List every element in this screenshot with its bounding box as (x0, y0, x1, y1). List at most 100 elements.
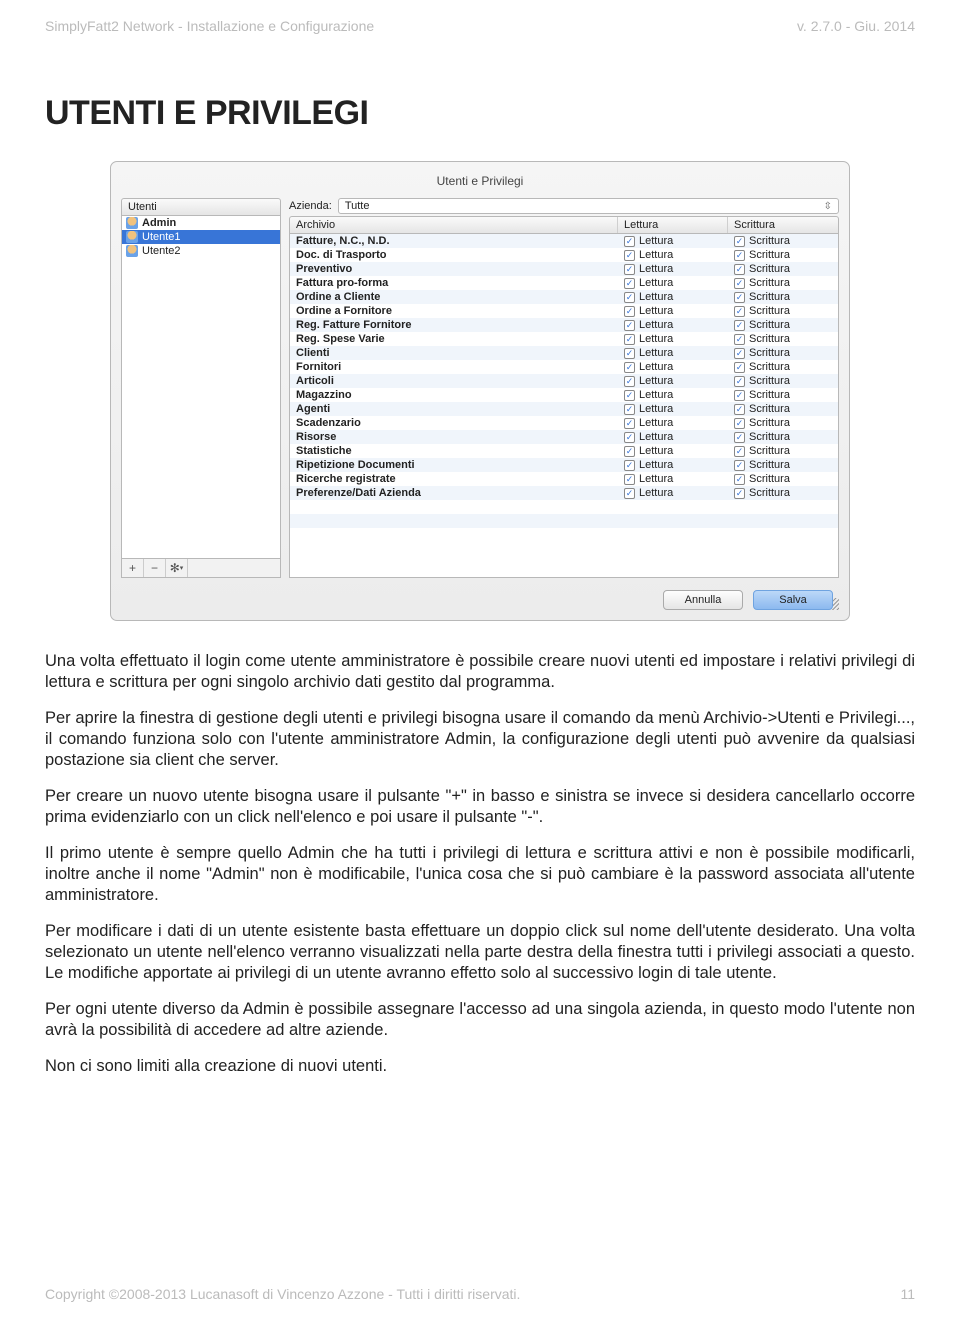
checkbox-checked-icon[interactable]: ✓ (624, 446, 635, 457)
checkbox-checked-icon[interactable]: ✓ (734, 432, 745, 443)
read-cell[interactable]: ✓Lettura (618, 304, 728, 318)
table-row[interactable]: Ordine a Fornitore✓Lettura✓Scrittura (290, 304, 838, 318)
checkbox-checked-icon[interactable]: ✓ (624, 250, 635, 261)
privileges-table[interactable]: Fatture, N.C., N.D.✓Lettura✓ScritturaDoc… (289, 234, 839, 578)
write-cell[interactable]: ✓Scrittura (728, 388, 838, 402)
read-cell[interactable]: ✓Lettura (618, 234, 728, 248)
checkbox-checked-icon[interactable]: ✓ (624, 362, 635, 373)
read-cell[interactable]: ✓Lettura (618, 430, 728, 444)
read-cell[interactable]: ✓Lettura (618, 346, 728, 360)
table-row[interactable]: Scadenzario✓Lettura✓Scrittura (290, 416, 838, 430)
checkbox-checked-icon[interactable]: ✓ (734, 320, 745, 331)
users-column-header[interactable]: Utenti (121, 198, 281, 216)
checkbox-checked-icon[interactable]: ✓ (624, 418, 635, 429)
read-cell[interactable]: ✓Lettura (618, 486, 728, 500)
gear-button[interactable]: ✻▾ (166, 559, 188, 577)
read-cell[interactable]: ✓Lettura (618, 472, 728, 486)
write-cell[interactable]: ✓Scrittura (728, 402, 838, 416)
azienda-select[interactable]: Tutte ⇳ (338, 198, 839, 214)
checkbox-checked-icon[interactable]: ✓ (734, 306, 745, 317)
write-cell[interactable]: ✓Scrittura (728, 416, 838, 430)
write-cell[interactable]: ✓Scrittura (728, 486, 838, 500)
read-cell[interactable]: ✓Lettura (618, 360, 728, 374)
read-cell[interactable]: ✓Lettura (618, 458, 728, 472)
write-cell[interactable]: ✓Scrittura (728, 430, 838, 444)
user-row[interactable]: Utente2 (122, 244, 280, 258)
checkbox-checked-icon[interactable]: ✓ (624, 404, 635, 415)
write-cell[interactable]: ✓Scrittura (728, 360, 838, 374)
checkbox-checked-icon[interactable]: ✓ (734, 334, 745, 345)
checkbox-checked-icon[interactable]: ✓ (734, 460, 745, 471)
checkbox-checked-icon[interactable]: ✓ (734, 376, 745, 387)
add-user-button[interactable]: + (122, 559, 144, 577)
read-cell[interactable]: ✓Lettura (618, 276, 728, 290)
write-cell[interactable]: ✓Scrittura (728, 332, 838, 346)
cancel-button[interactable]: Annulla (663, 590, 743, 610)
checkbox-checked-icon[interactable]: ✓ (624, 488, 635, 499)
read-cell[interactable]: ✓Lettura (618, 262, 728, 276)
checkbox-checked-icon[interactable]: ✓ (624, 390, 635, 401)
table-row[interactable]: Agenti✓Lettura✓Scrittura (290, 402, 838, 416)
table-row[interactable]: Articoli✓Lettura✓Scrittura (290, 374, 838, 388)
table-row[interactable]: Reg. Spese Varie✓Lettura✓Scrittura (290, 332, 838, 346)
table-row[interactable]: Preferenze/Dati Azienda✓Lettura✓Scrittur… (290, 486, 838, 500)
table-row[interactable]: Ripetizione Documenti✓Lettura✓Scrittura (290, 458, 838, 472)
write-cell[interactable]: ✓Scrittura (728, 318, 838, 332)
write-cell[interactable]: ✓Scrittura (728, 248, 838, 262)
read-cell[interactable]: ✓Lettura (618, 332, 728, 346)
checkbox-checked-icon[interactable]: ✓ (624, 264, 635, 275)
checkbox-checked-icon[interactable]: ✓ (734, 418, 745, 429)
write-cell[interactable]: ✓Scrittura (728, 304, 838, 318)
checkbox-checked-icon[interactable]: ✓ (734, 488, 745, 499)
read-cell[interactable]: ✓Lettura (618, 318, 728, 332)
table-row[interactable]: Fattura pro-forma✓Lettura✓Scrittura (290, 276, 838, 290)
user-row[interactable]: Utente1 (122, 230, 280, 244)
table-row[interactable]: Preventivo✓Lettura✓Scrittura (290, 262, 838, 276)
col-lettura[interactable]: Lettura (618, 217, 728, 233)
checkbox-checked-icon[interactable]: ✓ (734, 404, 745, 415)
read-cell[interactable]: ✓Lettura (618, 388, 728, 402)
checkbox-checked-icon[interactable]: ✓ (624, 278, 635, 289)
table-row[interactable]: Ricerche registrate✓Lettura✓Scrittura (290, 472, 838, 486)
checkbox-checked-icon[interactable]: ✓ (734, 362, 745, 373)
table-row[interactable]: Reg. Fatture Fornitore✓Lettura✓Scrittura (290, 318, 838, 332)
checkbox-checked-icon[interactable]: ✓ (734, 236, 745, 247)
write-cell[interactable]: ✓Scrittura (728, 472, 838, 486)
read-cell[interactable]: ✓Lettura (618, 444, 728, 458)
table-row[interactable]: Ordine a Cliente✓Lettura✓Scrittura (290, 290, 838, 304)
checkbox-checked-icon[interactable]: ✓ (734, 474, 745, 485)
checkbox-checked-icon[interactable]: ✓ (624, 334, 635, 345)
read-cell[interactable]: ✓Lettura (618, 248, 728, 262)
checkbox-checked-icon[interactable]: ✓ (624, 376, 635, 387)
checkbox-checked-icon[interactable]: ✓ (734, 348, 745, 359)
checkbox-checked-icon[interactable]: ✓ (624, 460, 635, 471)
checkbox-checked-icon[interactable]: ✓ (734, 264, 745, 275)
user-row[interactable]: Admin (122, 216, 280, 230)
checkbox-checked-icon[interactable]: ✓ (734, 278, 745, 289)
col-scrittura[interactable]: Scrittura (728, 217, 838, 233)
checkbox-checked-icon[interactable]: ✓ (624, 348, 635, 359)
read-cell[interactable]: ✓Lettura (618, 402, 728, 416)
write-cell[interactable]: ✓Scrittura (728, 234, 838, 248)
write-cell[interactable]: ✓Scrittura (728, 346, 838, 360)
write-cell[interactable]: ✓Scrittura (728, 276, 838, 290)
table-row[interactable]: Doc. di Trasporto✓Lettura✓Scrittura (290, 248, 838, 262)
read-cell[interactable]: ✓Lettura (618, 374, 728, 388)
write-cell[interactable]: ✓Scrittura (728, 444, 838, 458)
write-cell[interactable]: ✓Scrittura (728, 374, 838, 388)
checkbox-checked-icon[interactable]: ✓ (624, 292, 635, 303)
users-list[interactable]: AdminUtente1Utente2 (121, 216, 281, 559)
checkbox-checked-icon[interactable]: ✓ (624, 306, 635, 317)
checkbox-checked-icon[interactable]: ✓ (624, 432, 635, 443)
table-row[interactable]: Fatture, N.C., N.D.✓Lettura✓Scrittura (290, 234, 838, 248)
table-row[interactable]: Fornitori✓Lettura✓Scrittura (290, 360, 838, 374)
checkbox-checked-icon[interactable]: ✓ (734, 292, 745, 303)
remove-user-button[interactable]: − (144, 559, 166, 577)
checkbox-checked-icon[interactable]: ✓ (624, 236, 635, 247)
checkbox-checked-icon[interactable]: ✓ (624, 474, 635, 485)
write-cell[interactable]: ✓Scrittura (728, 262, 838, 276)
table-row[interactable]: Magazzino✓Lettura✓Scrittura (290, 388, 838, 402)
table-row[interactable]: Risorse✓Lettura✓Scrittura (290, 430, 838, 444)
col-archivio[interactable]: Archivio (290, 217, 618, 233)
read-cell[interactable]: ✓Lettura (618, 416, 728, 430)
